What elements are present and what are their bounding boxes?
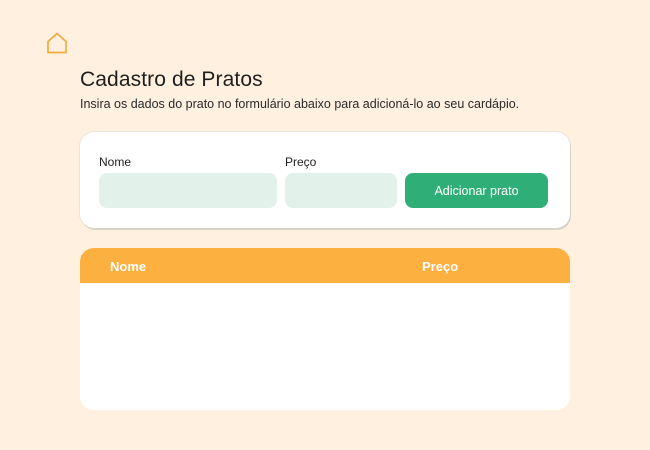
name-input[interactable] <box>99 173 277 208</box>
dishes-table: Nome Preço <box>80 248 570 410</box>
add-dish-button[interactable]: Adicionar prato <box>405 173 548 208</box>
page-subtitle: Insira os dados do prato no formulário a… <box>80 97 520 111</box>
column-header-name: Nome <box>110 259 147 274</box>
home-icon[interactable] <box>46 31 68 55</box>
column-header-price: Preço <box>422 259 459 274</box>
dish-form: Nome Preço Adicionar prato <box>80 132 570 228</box>
page-title: Cadastro de Pratos <box>80 68 263 91</box>
name-label: Nome <box>99 155 132 169</box>
table-body <box>80 283 570 410</box>
price-label: Preço <box>285 155 317 169</box>
table-header: Nome Preço <box>80 248 570 283</box>
page: Cadastro de Pratos Insira os dados do pr… <box>0 0 650 450</box>
price-input[interactable] <box>285 173 397 208</box>
